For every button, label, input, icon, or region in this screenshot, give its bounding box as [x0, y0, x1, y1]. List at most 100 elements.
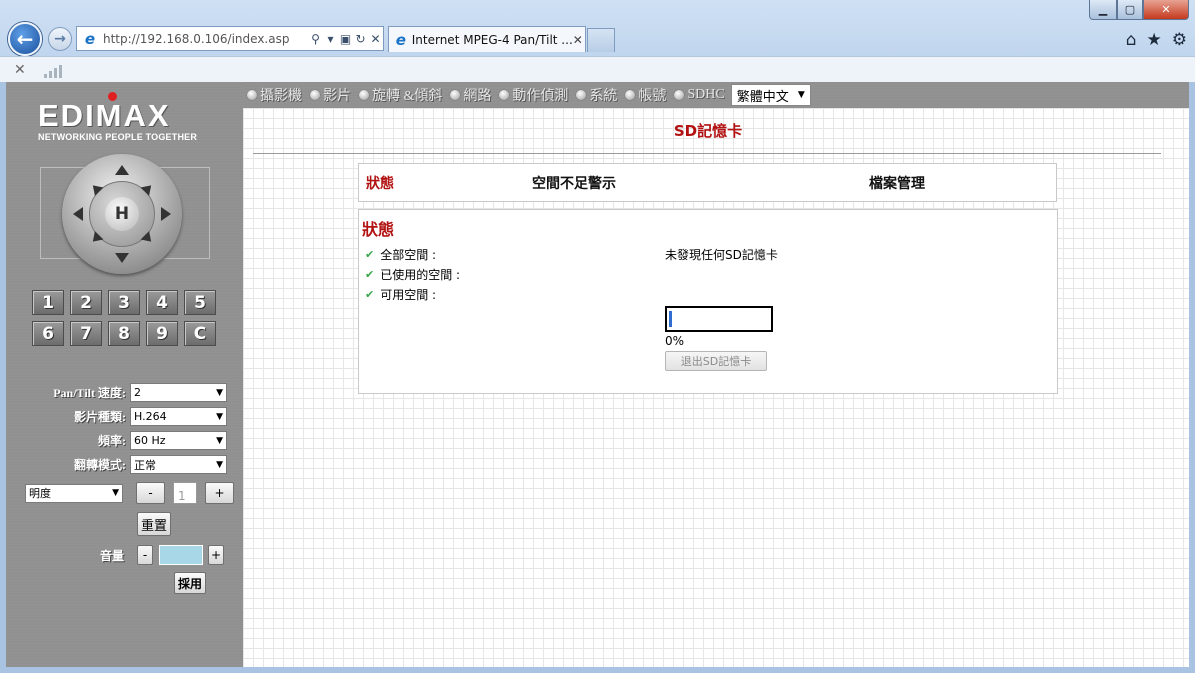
home-icon[interactable]: ⌂ — [1126, 30, 1137, 50]
image-setting-select[interactable]: 明度 ▼ — [25, 483, 123, 503]
menu-item-camera[interactable]: 攝影機 — [247, 85, 302, 105]
forward-arrow-icon[interactable]: → — [48, 27, 72, 51]
brightness-input[interactable]: 1 — [173, 482, 197, 504]
video-type-select[interactable]: H.264 ▼ — [130, 407, 227, 426]
flip-mode-value: 正常 — [134, 458, 156, 472]
address-text[interactable]: http://192.168.0.106/index.asp — [103, 32, 308, 46]
tab-file-management[interactable]: 檔案管理 — [869, 173, 925, 193]
refresh-icon[interactable]: ↻ — [353, 30, 368, 48]
command-bar: ✕ — [0, 56, 1195, 82]
menu-item-label: 系統 — [589, 89, 618, 104]
tab-low-space-alert[interactable]: 空間不足警示 — [532, 173, 616, 193]
preset-button-9[interactable]: 9 — [146, 321, 178, 346]
menu-item-label: 動作偵測 — [512, 89, 569, 104]
volume-increase-button[interactable]: + — [208, 545, 224, 565]
flip-mode-label: 翻轉模式: — [74, 458, 126, 472]
free-space-row: ✔ 可用空間 : — [365, 286, 436, 303]
close-bar-icon[interactable]: ✕ — [14, 62, 26, 78]
browser-tab[interactable]: e Internet MPEG-4 Pan/Tilt ... ✕ — [388, 26, 586, 52]
brightness-decrease-button[interactable]: - — [136, 482, 165, 504]
preset-button-5[interactable]: 5 — [184, 290, 216, 315]
menu-item-sdhc[interactable]: SDHC — [674, 87, 725, 103]
ptz-control-pad[interactable]: H — [62, 154, 182, 274]
bullet-icon — [450, 90, 461, 100]
section-title: 狀態 — [362, 220, 395, 239]
pantilt-speed-label: Pan/Tilt 速度: — [53, 386, 126, 400]
status-section: 狀態 ✔ 全部空間 : ✔ 已使用的空間 : ✔ 可用空間 : 未發現任何SD記… — [358, 209, 1058, 394]
preset-button-8[interactable]: 8 — [108, 321, 140, 346]
address-bar[interactable]: e http://192.168.0.106/index.asp ⚲ ▾ ▣ ↻… — [76, 26, 384, 51]
maximize-icon[interactable]: ▢ — [1117, 0, 1143, 20]
menu-item-pantilt[interactable]: 旋轉 &傾斜 — [359, 85, 442, 105]
menu-item-label: SDHC — [687, 87, 725, 102]
volume-row: 音量 - + — [90, 545, 224, 565]
arrow-down-icon[interactable] — [115, 253, 129, 263]
preset-button-7[interactable]: 7 — [70, 321, 102, 346]
menu-item-system[interactable]: 系統 — [576, 85, 617, 105]
page-title: SD記憶卡 — [673, 122, 743, 140]
menu-item-motion-detection[interactable]: 動作偵測 — [499, 85, 568, 105]
stop-icon[interactable]: ✕ — [368, 30, 383, 48]
tab-close-icon[interactable]: ✕ — [573, 33, 585, 47]
frequency-select[interactable]: 60 Hz ▼ — [130, 431, 227, 450]
signal-bars-icon — [43, 62, 62, 78]
no-card-message: 未發現任何SD記憶卡 — [665, 248, 778, 262]
eject-sd-button[interactable]: 退出SD記憶卡 — [665, 351, 767, 371]
ptz-home-button[interactable]: H — [105, 197, 139, 231]
language-select[interactable]: 繁體中文 ▼ — [730, 84, 811, 106]
menu-item-label: 帳號 — [638, 89, 667, 104]
settings-gear-icon[interactable]: ⚙ — [1172, 30, 1187, 50]
compatibility-view-icon[interactable]: ▣ — [338, 30, 353, 48]
new-tab-button[interactable] — [587, 28, 615, 52]
flip-mode-select[interactable]: 正常 ▼ — [130, 455, 227, 474]
arrow-left-icon[interactable] — [73, 207, 83, 221]
edimax-logo: EDIMAX NETWORKING PEOPLE TOGETHER — [38, 92, 218, 142]
minimize-icon[interactable]: ▁ — [1089, 0, 1117, 20]
frequency-row: 頻率: 60 Hz ▼ — [16, 431, 227, 450]
menu-item-network[interactable]: 網路 — [450, 85, 491, 105]
preset-button-clear[interactable]: C — [184, 321, 216, 346]
search-icon[interactable]: ⚲ — [308, 30, 323, 48]
volume-level-bar[interactable] — [159, 545, 203, 565]
browser-chrome: ▁ ▢ ✕ ← → e http://192.168.0.106/index.a… — [0, 0, 1195, 82]
chevron-down-icon: ▼ — [216, 387, 223, 398]
volume-decrease-button[interactable]: - — [137, 545, 153, 565]
apply-button[interactable]: 採用 — [174, 572, 206, 594]
favorites-star-icon[interactable]: ★ — [1147, 30, 1162, 50]
total-space-row: ✔ 全部空間 : — [365, 246, 436, 263]
menu-item-label: 影片 — [323, 89, 351, 104]
brightness-increase-button[interactable]: + — [205, 482, 234, 504]
preset-button-3[interactable]: 3 — [108, 290, 140, 315]
menu-item-video[interactable]: 影片 — [310, 85, 351, 105]
back-arrow-icon[interactable]: ← — [8, 22, 42, 56]
preset-button-4[interactable]: 4 — [146, 290, 178, 315]
arrow-right-icon[interactable] — [161, 207, 171, 221]
pantilt-speed-select[interactable]: 2 ▼ — [130, 383, 227, 402]
preset-button-6[interactable]: 6 — [32, 321, 64, 346]
video-type-row: 影片種類: H.264 ▼ — [16, 407, 227, 426]
menu-item-label: 網路 — [463, 89, 492, 104]
bullet-icon — [674, 90, 685, 100]
pantilt-speed-value: 2 — [134, 386, 141, 399]
menu-item-account[interactable]: 帳號 — [625, 85, 666, 105]
browser-toolbar-icons: ⌂ ★ ⚙ — [1126, 30, 1187, 50]
bullet-icon — [359, 90, 369, 100]
bullet-icon — [576, 90, 587, 100]
preset-button-2[interactable]: 2 — [70, 290, 102, 315]
total-space-label: 全部空間 : — [380, 248, 437, 262]
web-page: EDIMAX NETWORKING PEOPLE TOGETHER H 1 2 … — [6, 82, 1189, 667]
reset-button[interactable]: 重置 — [137, 512, 171, 536]
check-icon: ✔ — [365, 248, 375, 261]
close-icon[interactable]: ✕ — [1143, 0, 1189, 20]
preset-button-1[interactable]: 1 — [32, 290, 64, 315]
free-space-label: 可用空間 : — [380, 288, 437, 302]
arrow-up-icon[interactable] — [115, 165, 129, 175]
bullet-icon — [247, 90, 257, 100]
language-value: 繁體中文 — [736, 89, 789, 105]
main-content: SD記憶卡 狀態 空間不足警示 檔案管理 狀態 ✔ 全部空間 : ✔ 已使用的空… — [243, 108, 1189, 667]
check-icon: ✔ — [365, 268, 375, 281]
image-setting-value: 明度 — [29, 487, 51, 500]
tab-status[interactable]: 狀態 — [366, 173, 394, 193]
dropdown-arrow-icon[interactable]: ▾ — [323, 30, 338, 48]
bullet-icon — [625, 90, 636, 100]
